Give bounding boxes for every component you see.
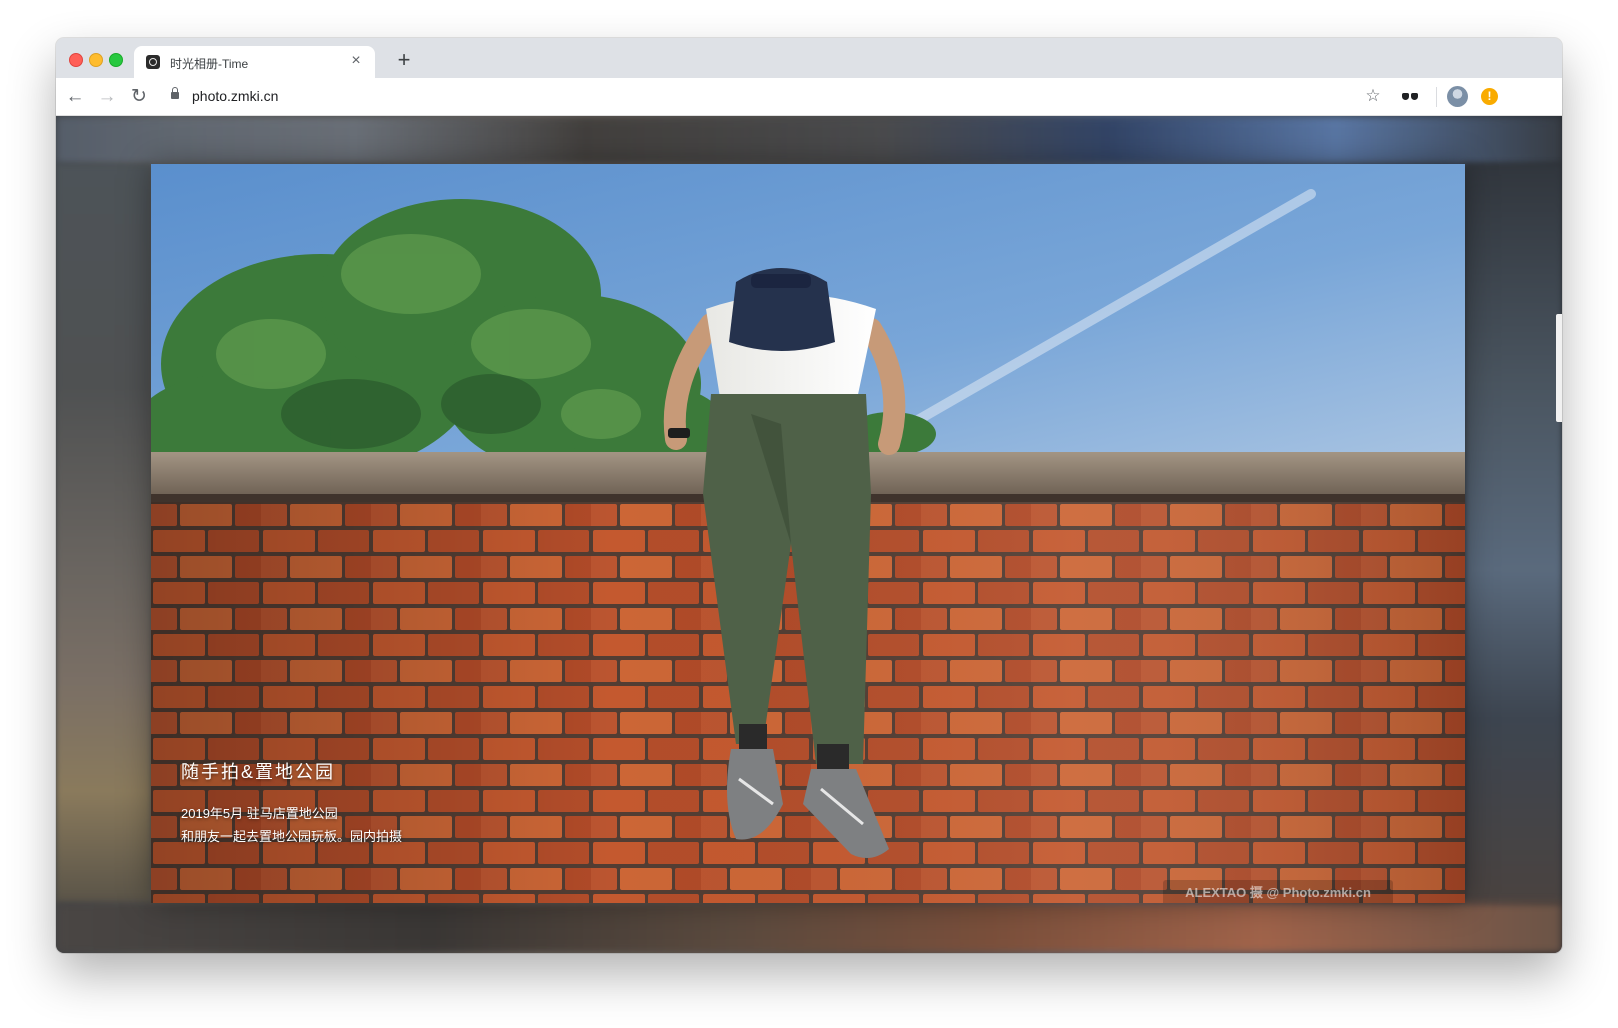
maximize-window-button[interactable]	[109, 53, 123, 67]
bookmark-star-icon[interactable]: ☆	[1361, 84, 1385, 108]
photo-caption: 随手拍&置地公园 2019年5月 驻马店置地公园 和朋友一起去置地公园玩板。园内…	[181, 758, 402, 848]
update-alert-icon[interactable]: !	[1481, 88, 1498, 105]
photo-description-text: 和朋友一起去置地公园玩板。园内拍摄	[181, 829, 403, 844]
back-button[interactable]: ←	[62, 84, 88, 110]
tab-strip: 时光相册-Time × +	[56, 38, 1562, 78]
minimize-window-button[interactable]	[89, 53, 103, 67]
reload-button[interactable]: ↻	[126, 84, 152, 110]
lock-icon[interactable]	[171, 87, 179, 99]
blurred-background-bottom	[56, 903, 1562, 953]
browser-toolbar: ← → ↻ photo.zmki.cn ☆ !	[56, 78, 1562, 116]
toolbar-divider	[1436, 87, 1437, 107]
blurred-background-right	[1465, 164, 1562, 903]
extension-mask-icon[interactable]	[1402, 93, 1418, 101]
photo-title: 随手拍&置地公园	[181, 762, 336, 782]
profile-avatar[interactable]	[1447, 86, 1468, 107]
photo-viewer[interactable]: 随手拍&置地公园 2019年5月 驻马店置地公园 和朋友一起去置地公园玩板。园内…	[151, 164, 1465, 903]
page-scrollbar[interactable]	[1556, 314, 1562, 422]
tab-title: 时光相册-Time	[170, 57, 249, 71]
tab-close-icon[interactable]: ×	[347, 52, 365, 70]
close-window-button[interactable]	[69, 53, 83, 67]
address-bar[interactable]: photo.zmki.cn	[160, 82, 1430, 112]
blurred-background-top	[56, 116, 1562, 164]
page-viewport: 随手拍&置地公园 2019年5月 驻马店置地公园 和朋友一起去置地公园玩板。园内…	[56, 116, 1562, 953]
camera-icon	[146, 55, 160, 69]
forward-button[interactable]: →	[94, 84, 120, 110]
url-text[interactable]: photo.zmki.cn	[192, 88, 278, 104]
browser-window: 时光相册-Time × + ← → ↻ photo.zmki.cn ☆ ! 随手…	[56, 38, 1562, 953]
photo-description-date: 2019年5月 驻马店置地公园	[181, 806, 338, 821]
new-tab-button[interactable]: +	[392, 48, 416, 72]
blurred-background-left	[56, 164, 151, 903]
tab-active[interactable]: 时光相册-Time ×	[134, 46, 375, 78]
photo-watermark: ALEXTAO 摄 @ Photo.zmki.cn	[1163, 880, 1393, 903]
